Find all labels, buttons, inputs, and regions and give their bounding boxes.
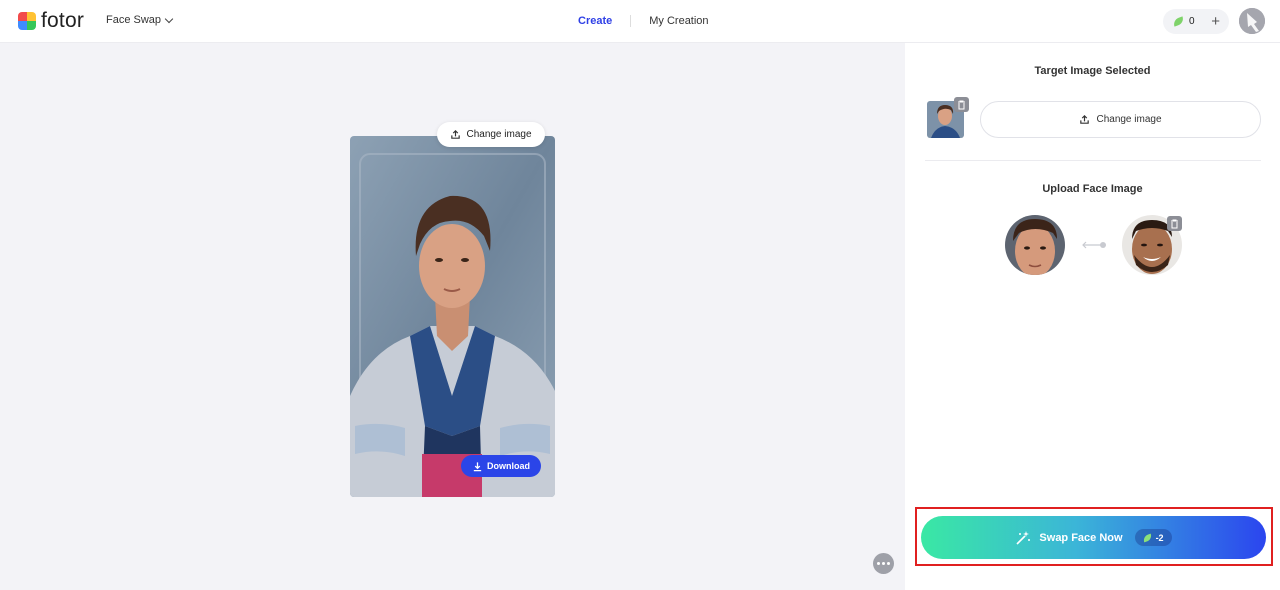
target-title: Target Image Selected [1034, 65, 1151, 77]
plus-icon[interactable]: + [1211, 13, 1220, 30]
main-nav: Create My Creation [578, 15, 709, 27]
leaf-icon [1172, 16, 1185, 27]
change-target-image-label: Change image [1096, 114, 1162, 125]
trash-icon[interactable] [954, 97, 969, 112]
top-bar: fotor Face Swap Create My Creation 0 + [0, 0, 1280, 43]
upload-icon [1080, 114, 1090, 124]
upload-face-title: Upload Face Image [1042, 183, 1143, 195]
tool-select-dropdown[interactable]: Face Swap [106, 14, 174, 26]
target-face-circle[interactable] [1005, 215, 1065, 275]
tool-select-label: Face Swap [106, 14, 162, 26]
leaf-icon [1141, 533, 1153, 542]
nav-my-creation[interactable]: My Creation [649, 15, 708, 27]
change-image-button[interactable]: Change image [437, 122, 545, 147]
logo-mark-icon [18, 12, 36, 30]
upload-icon [451, 129, 461, 139]
swap-face-now-label: Swap Face Now [1039, 531, 1123, 544]
more-icon[interactable] [873, 553, 894, 574]
section-divider [925, 160, 1261, 161]
logo-text: fotor [41, 9, 85, 32]
nav-divider [630, 15, 632, 27]
credits-badge[interactable]: 0 + [1163, 9, 1229, 34]
trash-icon[interactable] [1167, 216, 1182, 231]
download-icon [473, 461, 482, 471]
nav-create[interactable]: Create [578, 15, 612, 27]
swap-cost-value: -2 [1155, 532, 1164, 543]
change-target-image-button[interactable]: Change image [980, 101, 1261, 138]
swap-face-now-button[interactable]: Swap Face Now -2 [921, 516, 1266, 559]
settings-panel: Target Image Selected Change image Uploa… [905, 43, 1280, 590]
change-image-label: Change image [466, 129, 532, 140]
result-preview-image [350, 136, 555, 497]
swap-arrow-icon [1082, 241, 1106, 249]
user-avatar[interactable] [1239, 8, 1265, 34]
download-label: Download [487, 461, 530, 471]
chevron-down-icon [164, 14, 174, 23]
swap-cost-badge: -2 [1134, 529, 1172, 546]
credits-count: 0 [1189, 16, 1195, 27]
editor-canvas: Change image Download [0, 43, 905, 590]
magic-wand-icon [1016, 530, 1031, 545]
download-button[interactable]: Download [461, 455, 541, 477]
fotor-logo[interactable]: fotor [18, 9, 85, 32]
